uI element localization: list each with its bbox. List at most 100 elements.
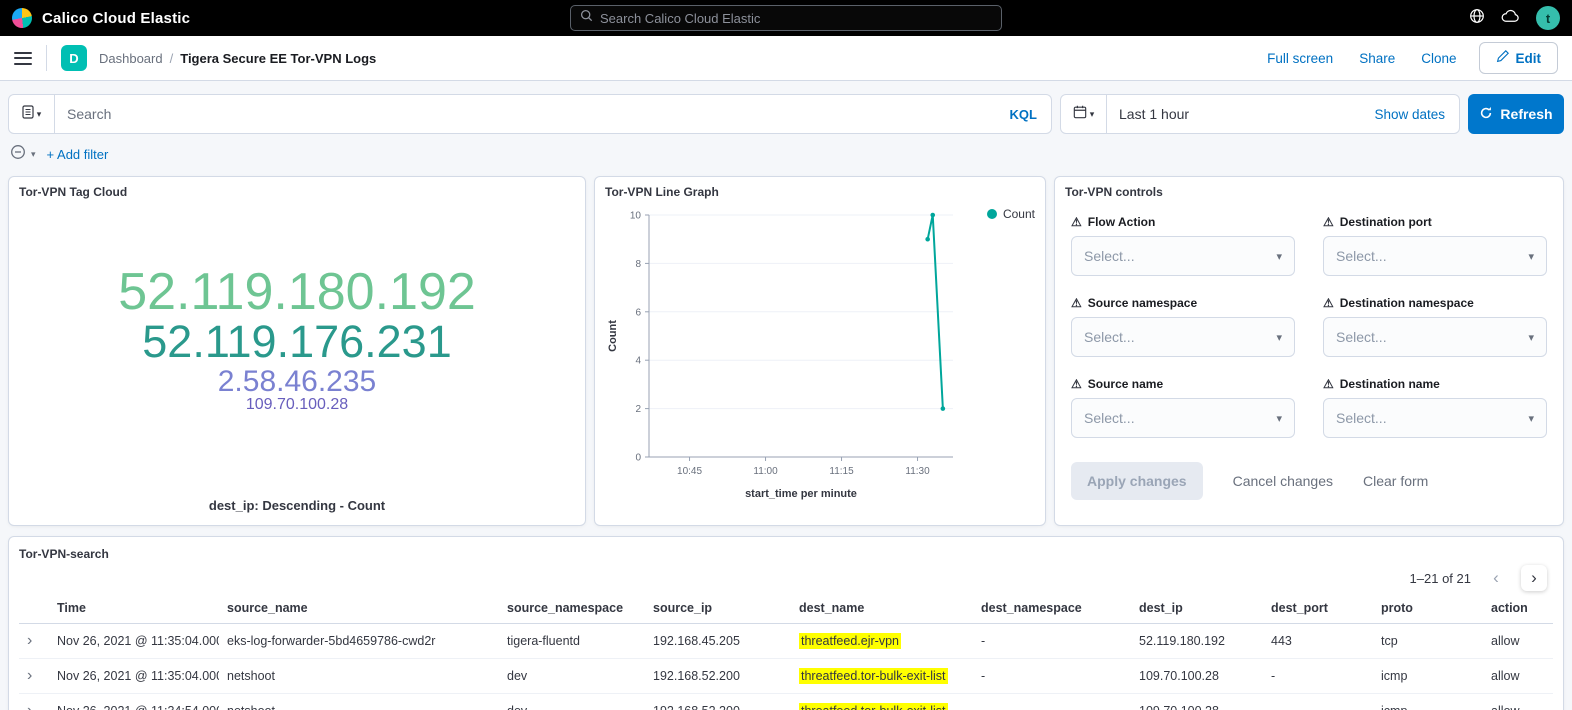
chevron-down-icon: ▾ [1090,109,1095,120]
add-filter-link[interactable]: + Add filter [47,147,109,162]
breadcrumb-root[interactable]: Dashboard [99,51,163,66]
toolbar-actions: Full screen Share Clone [1267,51,1456,66]
cell-dest_port: - [1263,659,1373,694]
cell-source_namespace: dev [499,659,645,694]
pencil-icon [1496,50,1509,66]
line-chart: 024681010:4511:0011:1511:30Countstart_ti… [603,205,963,510]
table-row: ›Nov 26, 2021 @ 11:35:04.000eks-log-forw… [19,624,1553,659]
expand-row-icon[interactable]: › [27,667,32,684]
select-placeholder: Select... [1336,248,1387,264]
toolbar-link[interactable]: Full screen [1267,51,1333,66]
query-input[interactable] [67,106,1002,122]
search-icon [580,9,593,27]
document-icon [22,105,34,124]
tag-cloud-term[interactable]: 52.119.176.231 [142,319,451,366]
legend-item[interactable]: Count [987,207,1035,221]
topbar-right-icons: t [1469,6,1560,30]
apply-changes-button[interactable]: Apply changes [1071,462,1203,500]
cell-source_ip: 192.168.52.200 [645,659,791,694]
saved-query-menu-button[interactable]: ▾ [9,95,55,133]
svg-text:10: 10 [630,211,642,222]
refresh-button[interactable]: Refresh [1468,94,1564,134]
show-dates-link[interactable]: Show dates [1374,107,1445,122]
tag-cloud-panel: Tor-VPN Tag Cloud 52.119.180.19252.119.1… [8,176,586,526]
svg-text:2: 2 [635,404,641,415]
tag-cloud: 52.119.180.19252.119.176.2312.58.46.2351… [9,211,585,467]
page-title: Tigera Secure EE Tor-VPN Logs [180,51,376,66]
pagination: 1–21 of 21 ‹ › [25,565,1547,591]
control-field-label: ⚠ Source name [1071,377,1295,391]
cell-source_name: netshoot [219,694,499,710]
toolbar-link[interactable]: Clone [1421,51,1456,66]
cell-dest_namespace: - [973,694,1131,710]
log-table-body: ›Nov 26, 2021 @ 11:35:04.000eks-log-forw… [19,624,1553,710]
cell-dest_name: threatfeed.ejr-vpn [791,624,973,659]
control-select[interactable]: Select... ▾ [1323,398,1547,438]
warning-icon: ⚠ [1071,296,1082,310]
select-placeholder: Select... [1084,329,1135,345]
tag-cloud-term[interactable]: 52.119.180.192 [118,265,476,319]
previous-page-button[interactable]: ‹ [1483,565,1509,591]
chevron-down-icon: ▾ [1528,331,1534,344]
column-header-source_namespace: source_namespace [499,593,645,624]
filter-menu-icon[interactable] [10,144,26,165]
svg-text:11:30: 11:30 [905,466,930,477]
control-field-label-text: Destination port [1340,215,1432,229]
globe-icon[interactable] [1469,8,1485,29]
highlighted-dest-name: threatfeed.tor-bulk-exit-list [799,703,948,710]
cell-dest_namespace: - [973,659,1131,694]
tag-cloud-term[interactable]: 109.70.100.28 [246,397,348,414]
toolbar-link[interactable]: Share [1359,51,1395,66]
control-select[interactable]: Select... ▾ [1323,317,1547,357]
control-select[interactable]: Select... ▾ [1071,398,1295,438]
refresh-icon [1479,106,1493,123]
control-select[interactable]: Select... ▾ [1071,236,1295,276]
control-field-label: ⚠ Destination namespace [1323,296,1547,310]
cell-source_name: netshoot [219,659,499,694]
time-range-value[interactable]: Last 1 hour [1119,106,1189,122]
control-field: ⚠ Destination namespace Select... ▾ [1323,296,1547,357]
top-app-bar: Calico Cloud Elastic t [0,0,1572,36]
cell-dest_port: - [1263,694,1373,710]
select-placeholder: Select... [1084,410,1135,426]
chevron-down-icon: ▾ [1528,412,1534,425]
svg-text:start_time per minute: start_time per minute [745,488,857,500]
clear-form-button[interactable]: Clear form [1363,473,1428,489]
cell-dest_ip: 109.70.100.28 [1131,694,1263,710]
control-select[interactable]: Select... ▾ [1071,317,1295,357]
cell-proto: tcp [1373,624,1483,659]
cell-proto: icmp [1373,694,1483,710]
calendar-icon [1073,105,1087,124]
expand-row-icon[interactable]: › [27,632,32,649]
cloud-icon[interactable] [1501,9,1520,28]
date-quick-select-button[interactable]: ▾ [1061,95,1107,133]
column-header-dest_ip: dest_ip [1131,593,1263,624]
next-page-button[interactable]: › [1521,565,1547,591]
select-placeholder: Select... [1084,248,1135,264]
control-field-label-text: Destination namespace [1340,296,1474,310]
column-header-action: action [1483,593,1553,624]
chevron-down-icon: ▾ [1276,331,1282,344]
tag-cloud-term[interactable]: 2.58.46.235 [218,366,376,397]
edit-button[interactable]: Edit [1479,42,1559,74]
global-search-input[interactable] [600,11,992,26]
dashboard-app-badge[interactable]: D [61,45,87,71]
warning-icon: ⚠ [1323,377,1334,391]
expand-row-icon[interactable]: › [27,702,32,710]
cell-action: allow [1483,694,1553,710]
legend-label: Count [1003,207,1035,221]
user-avatar[interactable]: t [1536,6,1560,30]
tag-cloud-caption: dest_ip: Descending - Count [9,498,585,513]
query-language-button[interactable]: KQL [1010,107,1037,122]
cancel-changes-button[interactable]: Cancel changes [1233,473,1333,489]
global-search[interactable] [570,5,1002,31]
control-select[interactable]: Select... ▾ [1323,236,1547,276]
controls-grid: ⚠ Flow Action Select... ▾ ⚠ Destination … [1055,207,1563,438]
control-field-label: ⚠ Flow Action [1071,215,1295,229]
control-field: ⚠ Source namespace Select... ▾ [1071,296,1295,357]
column-header-dest_namespace: dest_namespace [973,593,1131,624]
table-row: ›Nov 26, 2021 @ 11:35:04.000netshootdev1… [19,659,1553,694]
svg-text:11:00: 11:00 [753,466,778,477]
menu-icon[interactable] [14,52,32,65]
cell-dest_port: 443 [1263,624,1373,659]
